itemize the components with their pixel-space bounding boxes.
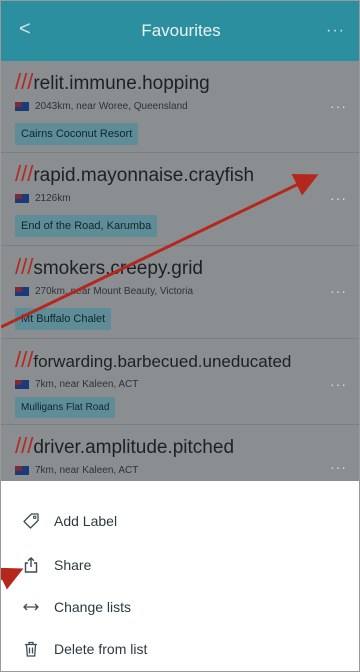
slashes-prefix: /// <box>15 161 34 186</box>
back-chevron-icon[interactable]: < <box>19 19 31 39</box>
swap-arrows-icon <box>21 597 41 617</box>
slashes-prefix: /// <box>15 69 34 94</box>
list-item[interactable]: ///relit.immune.hopping 2043km, near Wor… <box>1 61 359 153</box>
item-label-chip[interactable]: Mulligans Flat Road <box>15 397 116 418</box>
item-label-chip[interactable]: End of the Road, Karumba <box>15 215 158 237</box>
trash-icon <box>21 639 41 659</box>
favourites-list: ///relit.immune.hopping 2043km, near Wor… <box>1 61 359 481</box>
item-more-icon[interactable]: ··· <box>330 98 347 114</box>
list-item[interactable]: ///rapid.mayonnaise.crayfish 2126km End … <box>1 153 359 246</box>
menu-item-label: Change lists <box>54 599 132 615</box>
action-sheet: Add Label Share Change lists Delete from… <box>1 481 359 671</box>
app-screen: < Favourites ··· ///relit.immune.hopping… <box>0 0 360 672</box>
distance-location: 2043km, near Woree, Queensland <box>35 101 188 112</box>
share-icon <box>21 555 41 575</box>
address-words: rapid.mayonnaise.crayfish <box>33 165 255 186</box>
menu-item-label: Delete from list <box>54 641 148 657</box>
item-more-icon[interactable]: ··· <box>330 376 347 392</box>
menu-item-label: Share <box>54 557 92 573</box>
distance-location: 2126km <box>35 193 71 204</box>
add-label-menu-item[interactable]: Add Label <box>1 499 359 543</box>
slashes-prefix: /// <box>15 254 34 279</box>
slashes-prefix: /// <box>15 433 34 458</box>
item-label-chip[interactable]: Cairns Coconut Resort <box>15 123 139 145</box>
address-words: driver.amplitude.pitched <box>33 437 235 458</box>
share-menu-item[interactable]: Share <box>1 543 359 587</box>
item-more-icon[interactable]: ··· <box>330 459 347 475</box>
australia-flag-icon <box>15 102 29 111</box>
item-label-chip[interactable]: Mt Buffalo Chalet <box>15 308 112 330</box>
item-more-icon[interactable]: ··· <box>330 283 347 299</box>
distance-location: 7km, near Kaleen, ACT <box>35 379 139 390</box>
change-lists-menu-item[interactable]: Change lists <box>1 585 359 629</box>
address-words: smokers.creepy.grid <box>33 258 203 279</box>
distance-location: 7km, near Kaleen, ACT <box>35 465 139 476</box>
more-options-icon[interactable]: ··· <box>326 22 345 40</box>
australia-flag-icon <box>15 287 29 296</box>
slashes-prefix: /// <box>15 347 34 372</box>
list-item[interactable]: ///driver.amplitude.pitched 7km, near Ka… <box>1 425 359 481</box>
address-words: forwarding.barbecued.uneducated <box>33 352 292 371</box>
distance-location: 270km, near Mount Beauty, Victoria <box>35 286 194 297</box>
list-item[interactable]: ///smokers.creepy.grid 270km, near Mount… <box>1 246 359 339</box>
australia-flag-icon <box>15 466 29 475</box>
delete-from-list-menu-item[interactable]: Delete from list <box>1 627 359 671</box>
address-words: relit.immune.hopping <box>33 73 210 94</box>
australia-flag-icon <box>15 194 29 203</box>
item-more-icon[interactable]: ··· <box>330 190 347 206</box>
top-bar: < Favourites ··· <box>1 1 359 61</box>
tag-icon <box>21 511 41 531</box>
menu-item-label: Add Label <box>54 513 118 529</box>
page-title: Favourites <box>141 21 221 40</box>
australia-flag-icon <box>15 380 29 389</box>
list-item[interactable]: ///forwarding.barbecued.uneducated 7km, … <box>1 339 359 425</box>
